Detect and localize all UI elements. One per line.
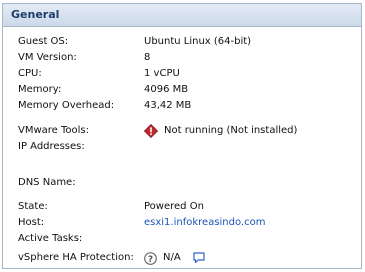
memory-label: Memory:: [18, 84, 62, 95]
host-label: Host:: [18, 217, 45, 228]
comment-icon[interactable]: [193, 252, 205, 264]
active-tasks-label: Active Tasks:: [18, 233, 83, 244]
panel-title: General: [3, 4, 361, 27]
cpu-value: 1 vCPU: [144, 68, 180, 79]
guest-os-value: Ubuntu Linux (64-bit): [144, 36, 252, 47]
cpu-label: CPU:: [18, 68, 42, 79]
vm-version-value: 8: [144, 52, 151, 63]
memory-value: 4096 MB: [144, 84, 189, 95]
general-panel: General Guest OS: Ubuntu Linux (64-bit) …: [2, 3, 362, 269]
memory-overhead-value: 43,42 MB: [144, 100, 192, 111]
vm-version-label: VM Version:: [18, 52, 77, 63]
vmware-tools-status: Not running (Not installed): [144, 124, 297, 138]
memory-overhead-label: Memory Overhead:: [18, 100, 115, 111]
state-label: State:: [18, 201, 48, 212]
guest-os-label: Guest OS:: [18, 36, 69, 47]
vmware-tools-label: VMware Tools:: [18, 125, 90, 136]
help-icon[interactable]: ?: [144, 251, 157, 265]
state-value: Powered On: [144, 201, 204, 212]
ha-protection-status: ? N/A: [144, 251, 205, 265]
ha-protection-label: vSphere HA Protection:: [18, 252, 134, 263]
ha-protection-value: N/A: [163, 252, 181, 263]
host-link[interactable]: esxi1.infokreasindo.com: [144, 216, 265, 230]
dns-name-label: DNS Name:: [18, 177, 76, 188]
ip-addresses-label: IP Addresses:: [18, 141, 85, 152]
svg-text:?: ?: [148, 254, 153, 264]
vmware-tools-value: Not running (Not installed): [164, 125, 298, 136]
warning-icon: [144, 124, 158, 138]
